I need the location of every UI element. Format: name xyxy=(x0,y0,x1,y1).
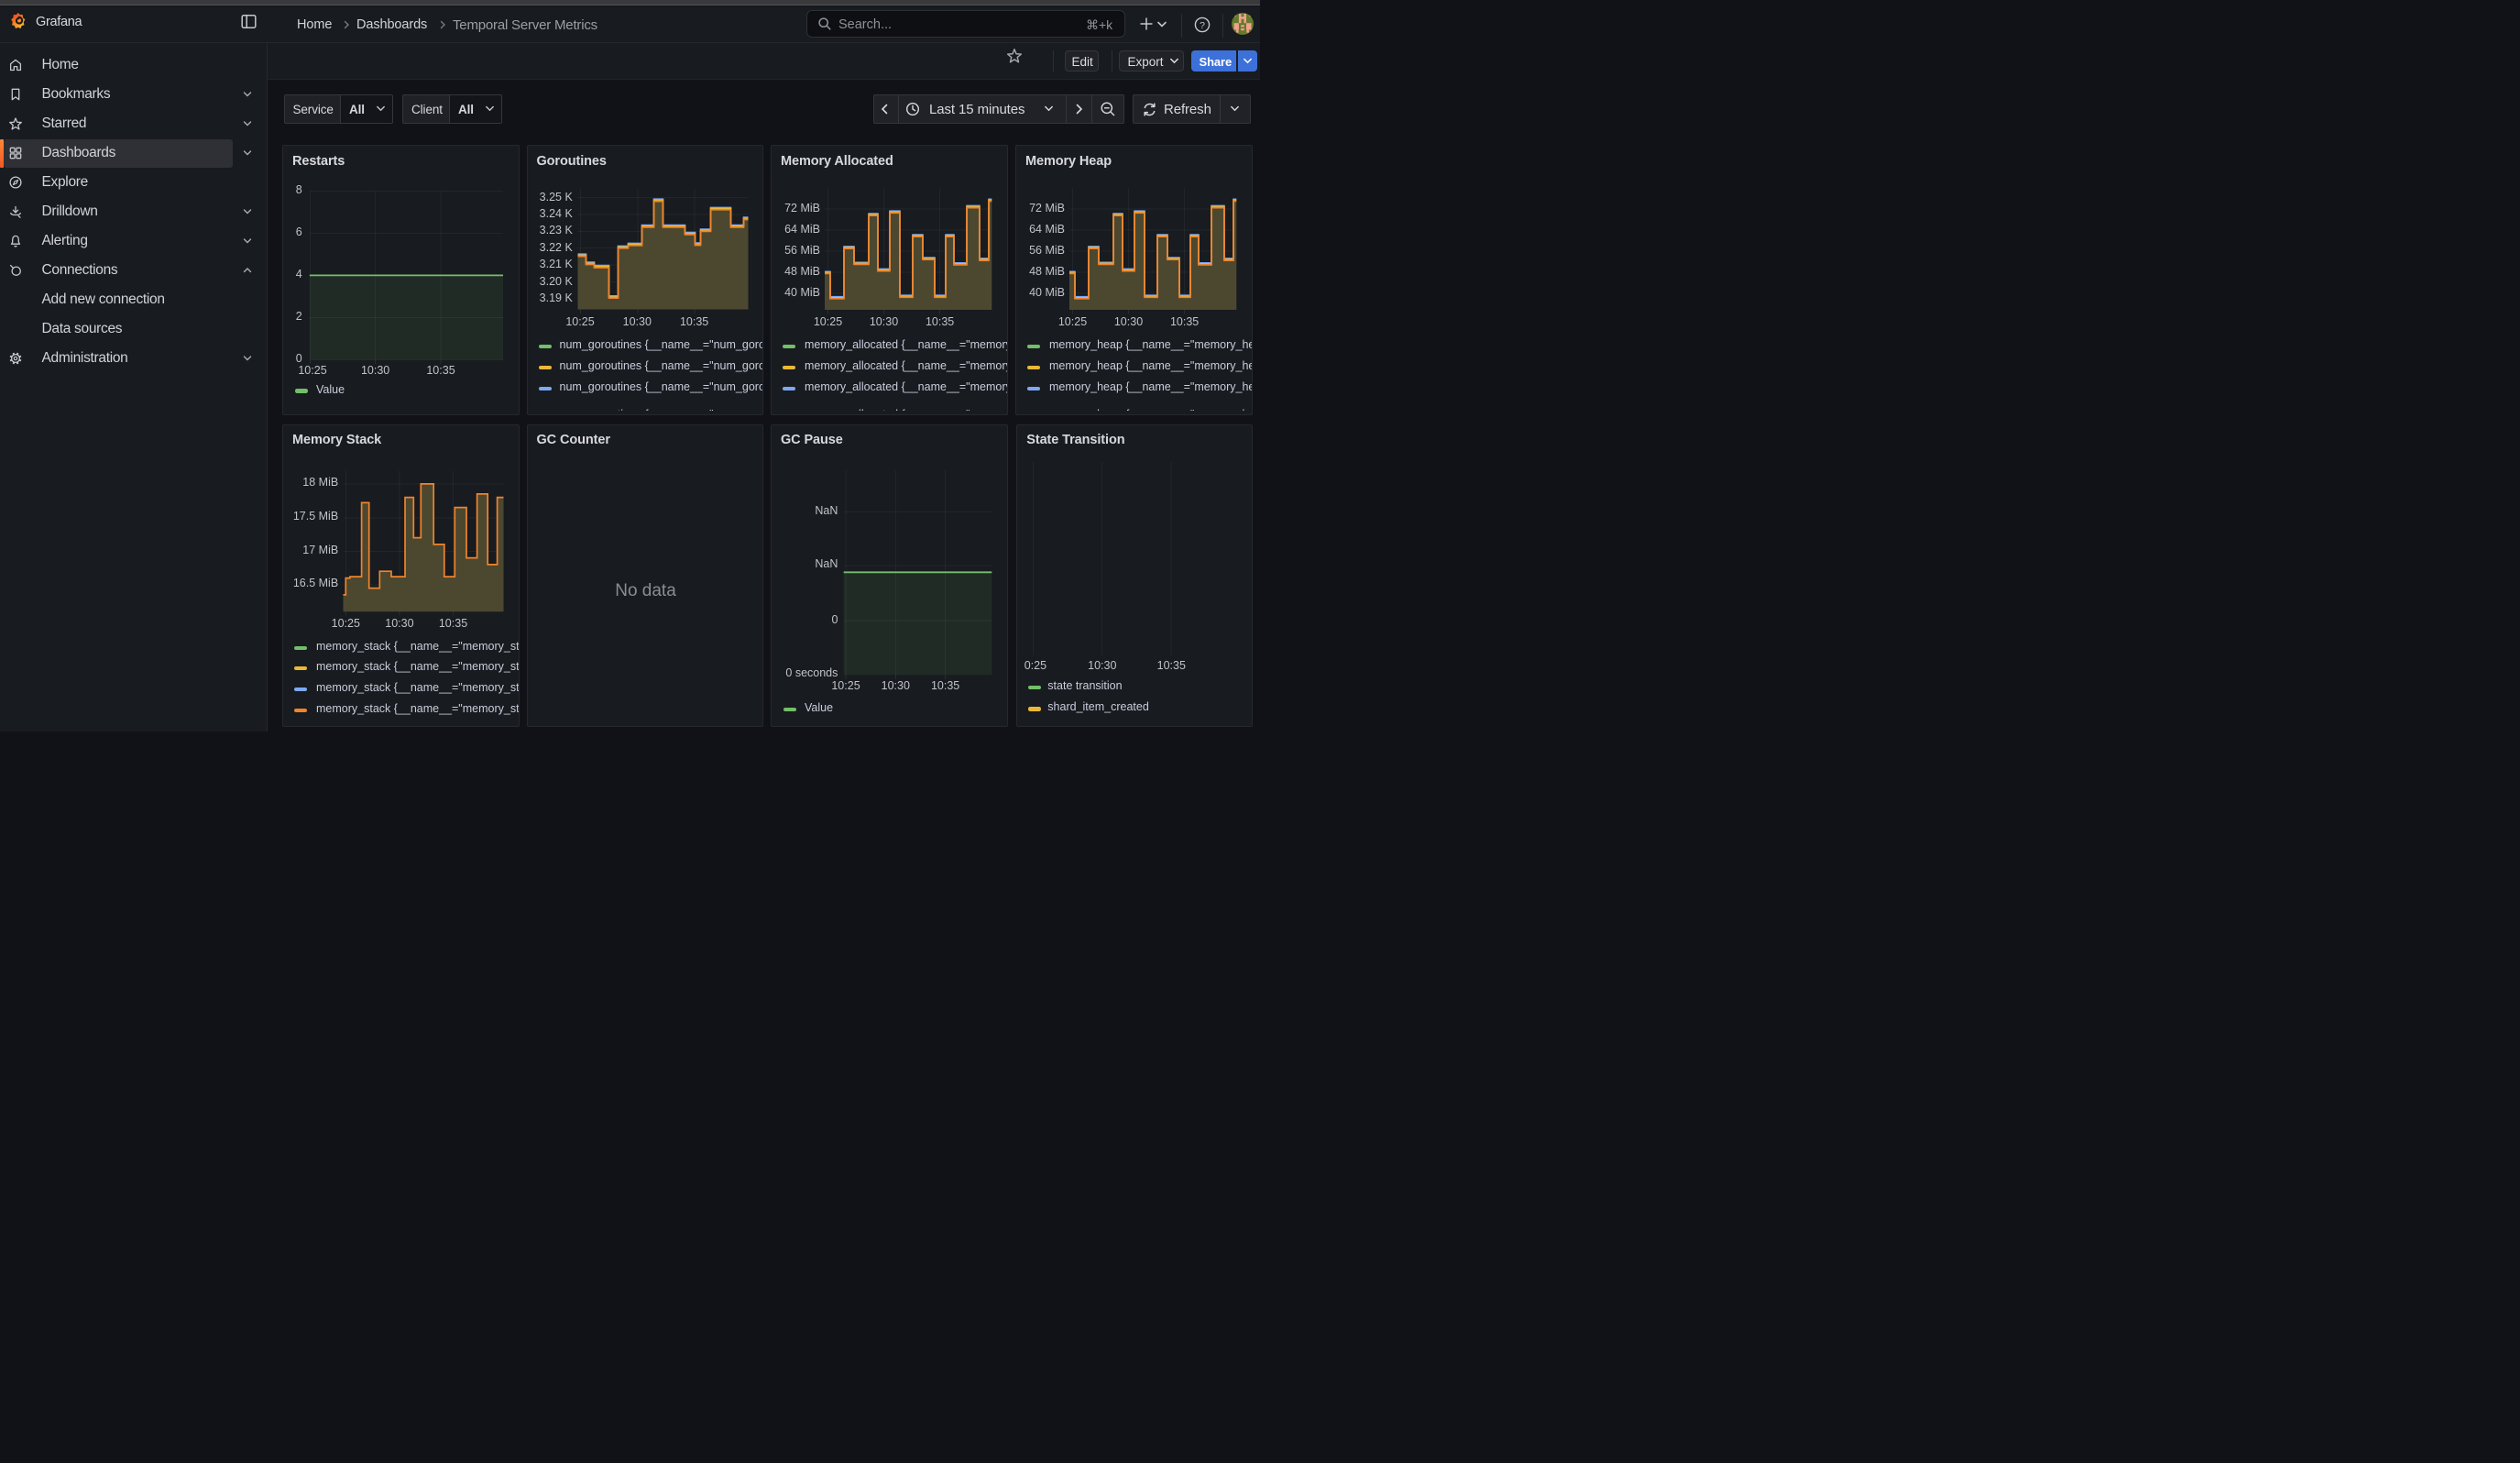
svg-text:?: ? xyxy=(1200,20,1205,31)
